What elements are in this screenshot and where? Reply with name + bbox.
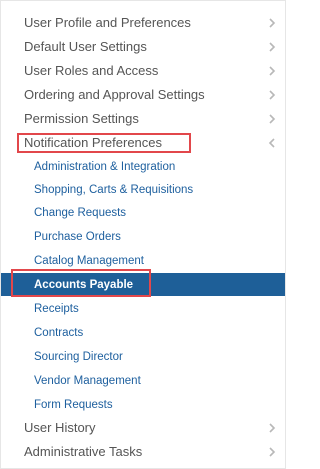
submenu-item-label: Form Requests bbox=[34, 398, 113, 411]
submenu-item-form-requests[interactable]: Form Requests bbox=[1, 393, 285, 416]
menu-item-label: User History bbox=[24, 420, 96, 435]
menu-item-notification-preferences[interactable]: Notification Preferences bbox=[1, 131, 285, 154]
submenu-item-label: Catalog Management bbox=[34, 254, 144, 267]
menu-item-label: Permission Settings bbox=[24, 111, 139, 126]
menu-item-user-history[interactable]: User History bbox=[1, 416, 285, 439]
submenu-item-change-requests[interactable]: Change Requests bbox=[1, 201, 285, 224]
chevron-right-icon bbox=[269, 113, 276, 124]
submenu-item-label: Sourcing Director bbox=[34, 350, 123, 363]
menu-item-label: Ordering and Approval Settings bbox=[24, 87, 205, 102]
submenu-item-administration-integration[interactable]: Administration & Integration bbox=[1, 155, 285, 178]
settings-menu-panel: User Profile and Preferences Default Use… bbox=[0, 0, 286, 469]
menu-item-ordering-and-approval-settings[interactable]: Ordering and Approval Settings bbox=[1, 83, 285, 106]
submenu-item-label: Vendor Management bbox=[34, 374, 141, 387]
submenu-item-shopping-carts-requisitions[interactable]: Shopping, Carts & Requisitions bbox=[1, 178, 285, 201]
menu-item-user-roles-and-access[interactable]: User Roles and Access bbox=[1, 59, 285, 82]
menu-item-user-profile-and-preferences[interactable]: User Profile and Preferences bbox=[1, 11, 285, 34]
submenu-item-label: Change Requests bbox=[34, 206, 127, 219]
chevron-right-icon bbox=[269, 446, 276, 457]
menu-item-label: Notification Preferences bbox=[24, 135, 163, 150]
submenu-item-accounts-payable[interactable]: Accounts Payable bbox=[1, 273, 285, 296]
submenu-item-label: Contracts bbox=[34, 326, 84, 339]
menu-item-administrative-tasks[interactable]: Administrative Tasks bbox=[1, 440, 285, 463]
chevron-right-icon bbox=[269, 422, 276, 433]
submenu-item-label: Purchase Orders bbox=[34, 230, 121, 243]
menu-item-label: Administrative Tasks bbox=[24, 444, 143, 459]
menu-item-label: Default User Settings bbox=[24, 39, 147, 54]
submenu-item-label: Receipts bbox=[34, 302, 79, 315]
submenu-item-sourcing-director[interactable]: Sourcing Director bbox=[1, 345, 285, 368]
submenu-item-receipts[interactable]: Receipts bbox=[1, 297, 285, 320]
chevron-right-icon bbox=[269, 41, 276, 52]
chevron-left-icon bbox=[268, 137, 275, 148]
submenu-item-catalog-management[interactable]: Catalog Management bbox=[1, 249, 285, 272]
chevron-right-icon bbox=[269, 65, 276, 76]
menu-item-label: User Profile and Preferences bbox=[24, 15, 191, 30]
submenu-item-label: Administration & Integration bbox=[34, 160, 176, 173]
chevron-right-icon bbox=[269, 17, 276, 28]
submenu-item-label: Shopping, Carts & Requisitions bbox=[34, 183, 194, 196]
submenu-item-vendor-management[interactable]: Vendor Management bbox=[1, 369, 285, 392]
submenu-item-label: Accounts Payable bbox=[34, 278, 134, 291]
chevron-right-icon bbox=[269, 89, 276, 100]
submenu-item-contracts[interactable]: Contracts bbox=[1, 321, 285, 344]
menu-item-label: User Roles and Access bbox=[24, 63, 159, 78]
menu-item-permission-settings[interactable]: Permission Settings bbox=[1, 107, 285, 130]
menu-item-default-user-settings[interactable]: Default User Settings bbox=[1, 35, 285, 58]
submenu-item-purchase-orders[interactable]: Purchase Orders bbox=[1, 225, 285, 248]
